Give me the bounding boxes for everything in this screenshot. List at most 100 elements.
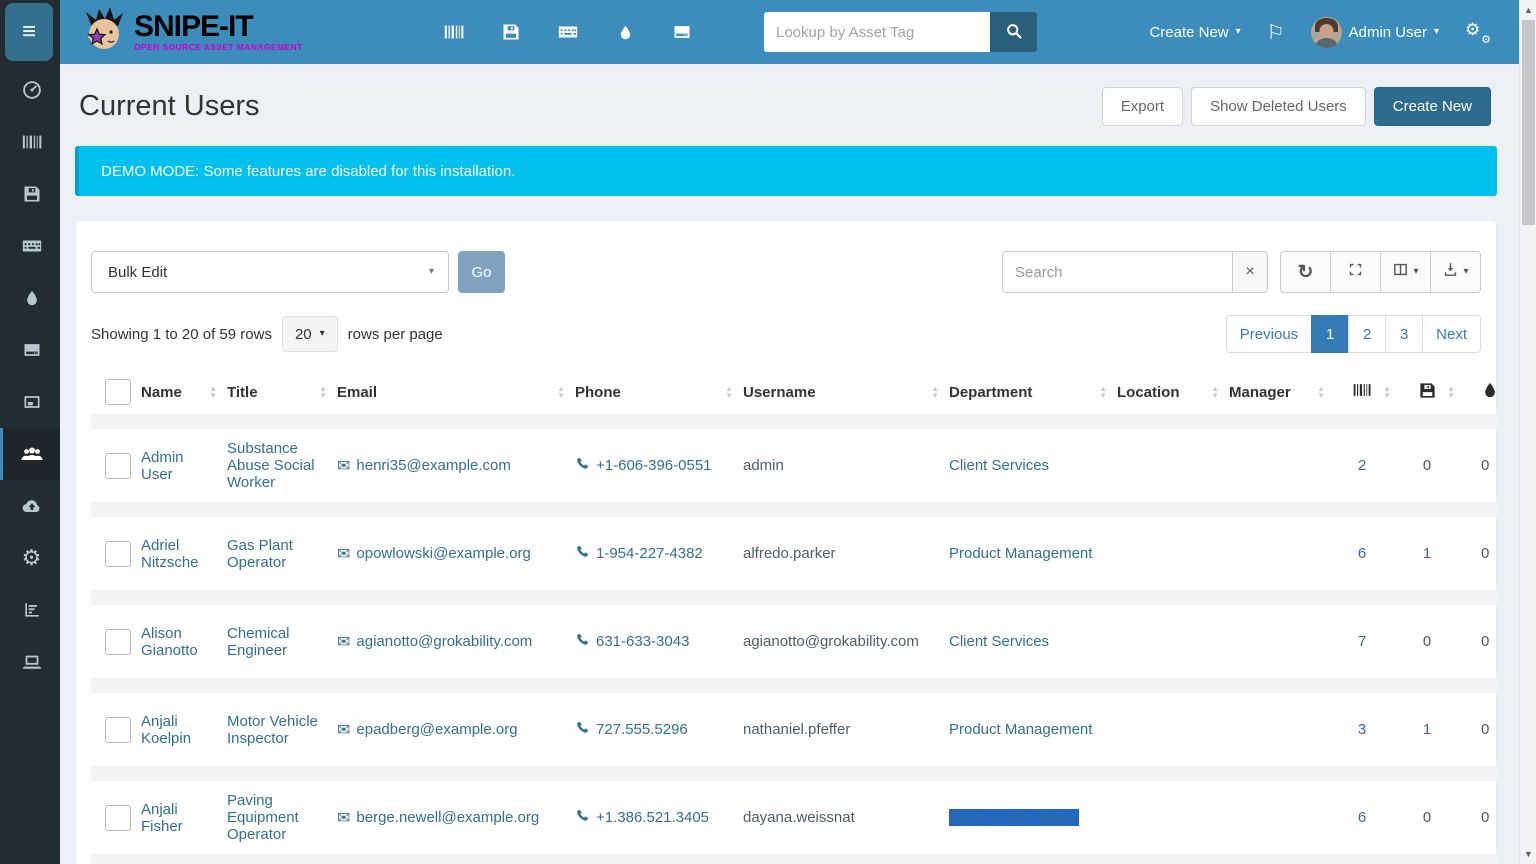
user-name-link[interactable]: Alison Gianotto — [141, 625, 198, 659]
pagination-page-2[interactable]: 2 — [1348, 315, 1387, 353]
header-location[interactable]: Location ▲ ▼ — [1111, 370, 1223, 414]
assets-count-link[interactable]: 6 — [1358, 545, 1366, 562]
sidebar-item-dashboard[interactable] — [0, 64, 60, 116]
sidebar-item-assets[interactable] — [0, 116, 60, 168]
department-link[interactable]: Product Management — [949, 545, 1092, 562]
caret-down-icon: ▾ — [1413, 266, 1419, 277]
flag-icon[interactable]: ⚐ — [1267, 20, 1285, 45]
asset-lookup-input[interactable] — [764, 12, 990, 52]
row-checkbox[interactable] — [105, 716, 131, 743]
asset-lookup-search-button[interactable] — [990, 12, 1037, 52]
export-button[interactable]: Export — [1101, 86, 1184, 126]
phone-link[interactable]: 727.555.5296 — [596, 721, 688, 738]
email-link[interactable]: epadberg@example.org — [356, 721, 517, 738]
app-logo[interactable]: SNIPE-IT OPEN SOURCE ASSET MANAGEMENT — [60, 5, 322, 60]
phone-link[interactable]: 1-954-227-4382 — [596, 545, 703, 562]
export-table-button[interactable]: ▾ — [1430, 251, 1481, 293]
sidebar-item-accessories[interactable] — [0, 220, 60, 272]
sidebar-toggle-button[interactable]: ≡ — [5, 3, 53, 61]
sidebar-item-kits[interactable] — [0, 376, 60, 428]
phone-icon — [575, 544, 590, 563]
columns-button[interactable]: ▾ — [1380, 251, 1431, 293]
header-email[interactable]: Email ▲ ▼ — [331, 370, 569, 414]
components-icon[interactable] — [670, 20, 694, 44]
username-text: dayana.weissnat — [743, 809, 855, 826]
table-search-input[interactable] — [1002, 251, 1232, 293]
droplet-icon[interactable] — [613, 20, 637, 44]
username-text: agianotto@grokability.com — [743, 633, 919, 650]
phone-link[interactable]: 631-633-3043 — [596, 633, 689, 650]
department-link[interactable]: Client Services — [949, 457, 1049, 474]
pagination-next[interactable]: Next — [1422, 315, 1481, 353]
tachometer-icon — [21, 79, 43, 101]
scroll-up-icon[interactable]: ▲ — [1520, 2, 1536, 18]
email-link[interactable]: berge.newell@example.org — [356, 809, 539, 826]
go-button[interactable]: Go — [458, 251, 505, 293]
header-phone[interactable]: Phone ▲ ▼ — [569, 370, 737, 414]
fullscreen-button[interactable] — [1330, 251, 1381, 293]
page-scrollbar[interactable]: ▲ ▼ — [1519, 0, 1536, 864]
user-menu[interactable]: Admin User ▾ — [1310, 16, 1439, 48]
sidebar-item-components[interactable] — [0, 324, 60, 376]
floppy-icon[interactable] — [499, 20, 523, 44]
sidebar-item-consumables[interactable] — [0, 272, 60, 324]
email-link[interactable]: agianotto@grokability.com — [356, 633, 532, 650]
header-department[interactable]: Department ▲ ▼ — [943, 370, 1111, 414]
sort-icon: ▲ ▼ — [557, 384, 565, 400]
envelope-icon: ✉ — [337, 633, 351, 651]
assets-count-link[interactable]: 7 — [1358, 633, 1366, 650]
sidebar-item-reports[interactable] — [0, 584, 60, 636]
header-manager[interactable]: Manager ▲ ▼ — [1223, 370, 1329, 414]
header-licenses[interactable]: ▲ ▼ — [1395, 370, 1459, 414]
scrollbar-thumb[interactable] — [1522, 20, 1535, 225]
row-checkbox[interactable] — [105, 804, 131, 831]
cloud-upload-icon — [21, 495, 43, 517]
clear-search-button[interactable]: × — [1232, 251, 1268, 293]
row-checkbox[interactable] — [105, 628, 131, 655]
pagination-page-3[interactable]: 3 — [1385, 315, 1424, 353]
pagination-previous[interactable]: Previous — [1225, 315, 1313, 353]
assets-count-link[interactable]: 6 — [1358, 809, 1366, 826]
user-name-link[interactable]: Admin User — [141, 449, 184, 483]
select-all-checkbox[interactable] — [105, 379, 131, 405]
create-new-menu[interactable]: Create New ▾ — [1149, 24, 1240, 41]
gears-icon[interactable]: ⚙ ⚙ — [1465, 20, 1491, 46]
licenses-count-link[interactable]: 1 — [1423, 545, 1431, 562]
barcode-icon[interactable] — [442, 20, 466, 44]
licenses-count-link[interactable]: 1 — [1423, 721, 1431, 738]
keyboard-icon[interactable] — [556, 20, 580, 44]
bulk-actions-select[interactable]: Bulk Edit ▾ — [91, 251, 449, 293]
header-username[interactable]: Username ▲ ▼ — [737, 370, 943, 414]
department-link[interactable]: Product Management — [949, 721, 1092, 738]
header-title[interactable]: Title ▲ ▼ — [221, 370, 331, 414]
page-size-select[interactable]: 20 ▾ — [281, 316, 338, 352]
sidebar-item-whats-on-it[interactable] — [0, 636, 60, 688]
refresh-button[interactable]: ↻ — [1280, 251, 1331, 293]
email-link[interactable]: henri35@example.com — [356, 457, 510, 474]
phone-link[interactable]: +1.386.521.3405 — [596, 809, 709, 826]
export-icon — [1442, 261, 1459, 283]
assets-count-link[interactable]: 3 — [1358, 721, 1366, 738]
envelope-icon: ✉ — [337, 721, 351, 739]
header-assets[interactable]: ▲ ▼ — [1329, 370, 1395, 414]
sidebar-item-licenses[interactable] — [0, 168, 60, 220]
sidebar-item-users[interactable] — [0, 428, 60, 480]
phone-link[interactable]: +1-606-396-0551 — [596, 457, 712, 474]
pagination-page-1[interactable]: 1 — [1311, 315, 1350, 353]
department-link-selected[interactable]: Dept of Silly Walks — [949, 809, 1080, 826]
user-name-link[interactable]: Adriel Nitzsche — [141, 537, 199, 571]
user-name-link[interactable]: Anjali Fisher — [141, 801, 183, 835]
sidebar-item-import[interactable] — [0, 480, 60, 532]
department-link[interactable]: Client Services — [949, 633, 1049, 650]
create-new-button[interactable]: Create New — [1373, 86, 1491, 126]
assets-count-link[interactable]: 2 — [1358, 457, 1366, 474]
sidebar-item-settings[interactable]: ⚙ — [0, 532, 60, 584]
scroll-down-icon[interactable]: ▼ — [1520, 846, 1536, 862]
user-name-link[interactable]: Anjali Koelpin — [141, 713, 191, 747]
row-checkbox[interactable] — [105, 540, 131, 567]
header-name[interactable]: Name ▲ ▼ — [135, 370, 221, 414]
show-deleted-users-button[interactable]: Show Deleted Users — [1191, 86, 1366, 126]
header-consumables[interactable] — [1459, 370, 1498, 414]
row-checkbox[interactable] — [105, 452, 131, 479]
email-link[interactable]: opowlowski@example.org — [356, 545, 530, 562]
